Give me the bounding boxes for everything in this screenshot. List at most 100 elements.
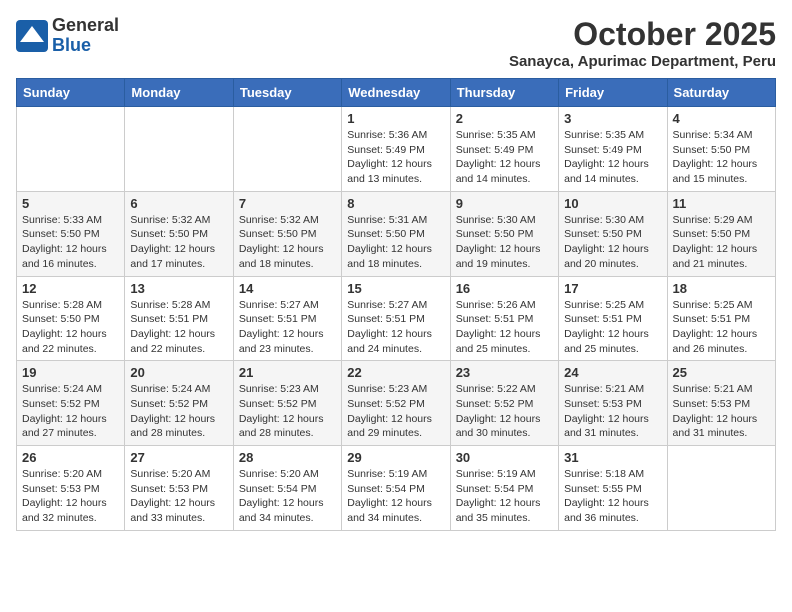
- logo: General Blue: [16, 16, 119, 56]
- page-header: General Blue October 2025 Sanayca, Apuri…: [16, 16, 776, 70]
- day-number: 25: [673, 365, 770, 380]
- day-info: Sunrise: 5:24 AM Sunset: 5:52 PM Dayligh…: [22, 382, 119, 441]
- table-row: 31 Sunrise: 5:18 AM Sunset: 5:55 PM Dayli…: [559, 446, 667, 531]
- day-info: Sunrise: 5:20 AM Sunset: 5:53 PM Dayligh…: [130, 467, 227, 526]
- calendar-week-row: 26 Sunrise: 5:20 AM Sunset: 5:53 PM Dayli…: [17, 446, 776, 531]
- table-row: 16 Sunrise: 5:26 AM Sunset: 5:51 PM Dayli…: [450, 276, 558, 361]
- table-row: 18 Sunrise: 5:25 AM Sunset: 5:51 PM Dayli…: [667, 276, 775, 361]
- day-info: Sunrise: 5:33 AM Sunset: 5:50 PM Dayligh…: [22, 213, 119, 272]
- table-row: 14Sunrise: 5:27 AM Sunset: 5:51 PM Dayli…: [233, 276, 341, 361]
- day-info: Sunrise: 5:25 AM Sunset: 5:51 PM Dayligh…: [564, 298, 661, 357]
- day-info: Sunrise: 5:32 AM Sunset: 5:50 PM Dayligh…: [130, 213, 227, 272]
- day-info: Sunrise: 5:23 AM Sunset: 5:52 PM Dayligh…: [239, 382, 336, 441]
- day-number: 22: [347, 365, 444, 380]
- table-row: 10 Sunrise: 5:30 AM Sunset: 5:50 PM Dayli…: [559, 191, 667, 276]
- day-number: 23: [456, 365, 553, 380]
- logo-icon: [16, 20, 48, 52]
- table-row: 26 Sunrise: 5:20 AM Sunset: 5:53 PM Dayli…: [17, 446, 125, 531]
- table-row: 22 Sunrise: 5:23 AM Sunset: 5:52 PM Dayli…: [342, 361, 450, 446]
- header-friday: Friday: [559, 79, 667, 107]
- day-info: Sunrise: 5:21 AM Sunset: 5:53 PM Dayligh…: [673, 382, 770, 441]
- day-number: 15: [347, 281, 444, 296]
- table-row: 25 Sunrise: 5:21 AM Sunset: 5:53 PM Dayli…: [667, 361, 775, 446]
- calendar-week-row: 12Sunrise: 5:28 AM Sunset: 5:50 PM Dayli…: [17, 276, 776, 361]
- day-number: 17: [564, 281, 661, 296]
- day-number: 27: [130, 450, 227, 465]
- day-number: 31: [564, 450, 661, 465]
- table-row: 4 Sunrise: 5:34 AM Sunset: 5:50 PM Daylig…: [667, 107, 775, 192]
- day-info: Sunrise: 5:19 AM Sunset: 5:54 PM Dayligh…: [347, 467, 444, 526]
- day-info: Sunrise: 5:18 AM Sunset: 5:55 PM Dayligh…: [564, 467, 661, 526]
- day-info: Sunrise: 5:27 AM Sunset: 5:51 PM Dayligh…: [347, 298, 444, 357]
- table-row: 7Sunrise: 5:32 AM Sunset: 5:50 PM Daylig…: [233, 191, 341, 276]
- table-row: 2Sunrise: 5:35 AM Sunset: 5:49 PM Daylig…: [450, 107, 558, 192]
- calendar-week-row: 19 Sunrise: 5:24 AM Sunset: 5:52 PM Dayli…: [17, 361, 776, 446]
- table-row: [17, 107, 125, 192]
- table-row: 28 Sunrise: 5:20 AM Sunset: 5:54 PM Dayli…: [233, 446, 341, 531]
- day-info: Sunrise: 5:31 AM Sunset: 5:50 PM Dayligh…: [347, 213, 444, 272]
- table-row: 3 Sunrise: 5:35 AM Sunset: 5:49 PM Daylig…: [559, 107, 667, 192]
- day-number: 7: [239, 196, 336, 211]
- table-row: 19 Sunrise: 5:24 AM Sunset: 5:52 PM Dayli…: [17, 361, 125, 446]
- header-wednesday: Wednesday: [342, 79, 450, 107]
- table-row: 13 Sunrise: 5:28 AM Sunset: 5:51 PM Dayli…: [125, 276, 233, 361]
- day-info: Sunrise: 5:35 AM Sunset: 5:49 PM Dayligh…: [564, 128, 661, 187]
- table-row: 1 Sunrise: 5:36 AM Sunset: 5:49 PM Daylig…: [342, 107, 450, 192]
- day-info: Sunrise: 5:30 AM Sunset: 5:50 PM Dayligh…: [456, 213, 553, 272]
- day-number: 1: [347, 111, 444, 126]
- day-info: Sunrise: 5:20 AM Sunset: 5:53 PM Dayligh…: [22, 467, 119, 526]
- day-info: Sunrise: 5:34 AM Sunset: 5:50 PM Dayligh…: [673, 128, 770, 187]
- day-number: 20: [130, 365, 227, 380]
- table-row: 21 Sunrise: 5:23 AM Sunset: 5:52 PM Dayli…: [233, 361, 341, 446]
- header-sunday: Sunday: [17, 79, 125, 107]
- table-row: [125, 107, 233, 192]
- day-number: 18: [673, 281, 770, 296]
- day-number: 14: [239, 281, 336, 296]
- day-number: 28: [239, 450, 336, 465]
- day-number: 19: [22, 365, 119, 380]
- day-number: 11: [673, 196, 770, 211]
- day-number: 26: [22, 450, 119, 465]
- day-number: 9: [456, 196, 553, 211]
- day-number: 16: [456, 281, 553, 296]
- table-row: 23 Sunrise: 5:22 AM Sunset: 5:52 PM Dayli…: [450, 361, 558, 446]
- day-info: Sunrise: 5:30 AM Sunset: 5:50 PM Dayligh…: [564, 213, 661, 272]
- day-number: 21: [239, 365, 336, 380]
- table-row: 12Sunrise: 5:28 AM Sunset: 5:50 PM Dayli…: [17, 276, 125, 361]
- day-info: Sunrise: 5:36 AM Sunset: 5:49 PM Dayligh…: [347, 128, 444, 187]
- logo-general: General: [52, 16, 119, 36]
- day-info: Sunrise: 5:23 AM Sunset: 5:52 PM Dayligh…: [347, 382, 444, 441]
- day-number: 29: [347, 450, 444, 465]
- calendar-subtitle: Sanayca, Apurimac Department, Peru: [509, 53, 776, 70]
- day-info: Sunrise: 5:26 AM Sunset: 5:51 PM Dayligh…: [456, 298, 553, 357]
- day-info: Sunrise: 5:24 AM Sunset: 5:52 PM Dayligh…: [130, 382, 227, 441]
- header-thursday: Thursday: [450, 79, 558, 107]
- calendar-week-row: 1 Sunrise: 5:36 AM Sunset: 5:49 PM Daylig…: [17, 107, 776, 192]
- day-number: 5: [22, 196, 119, 211]
- table-row: 30Sunrise: 5:19 AM Sunset: 5:54 PM Dayli…: [450, 446, 558, 531]
- day-number: 24: [564, 365, 661, 380]
- table-row: [233, 107, 341, 192]
- day-number: 13: [130, 281, 227, 296]
- title-block: October 2025 Sanayca, Apurimac Departmen…: [509, 16, 776, 70]
- day-number: 2: [456, 111, 553, 126]
- day-info: Sunrise: 5:28 AM Sunset: 5:50 PM Dayligh…: [22, 298, 119, 357]
- day-number: 8: [347, 196, 444, 211]
- table-row: 5 Sunrise: 5:33 AM Sunset: 5:50 PM Daylig…: [17, 191, 125, 276]
- calendar-week-row: 5 Sunrise: 5:33 AM Sunset: 5:50 PM Daylig…: [17, 191, 776, 276]
- day-info: Sunrise: 5:28 AM Sunset: 5:51 PM Dayligh…: [130, 298, 227, 357]
- day-number: 10: [564, 196, 661, 211]
- table-row: 20 Sunrise: 5:24 AM Sunset: 5:52 PM Dayli…: [125, 361, 233, 446]
- day-info: Sunrise: 5:20 AM Sunset: 5:54 PM Dayligh…: [239, 467, 336, 526]
- table-row: 9 Sunrise: 5:30 AM Sunset: 5:50 PM Daylig…: [450, 191, 558, 276]
- day-number: 30: [456, 450, 553, 465]
- header-saturday: Saturday: [667, 79, 775, 107]
- table-row: 6Sunrise: 5:32 AM Sunset: 5:50 PM Daylig…: [125, 191, 233, 276]
- table-row: 17 Sunrise: 5:25 AM Sunset: 5:51 PM Dayli…: [559, 276, 667, 361]
- logo-blue: Blue: [52, 36, 119, 56]
- day-number: 4: [673, 111, 770, 126]
- day-number: 3: [564, 111, 661, 126]
- day-info: Sunrise: 5:22 AM Sunset: 5:52 PM Dayligh…: [456, 382, 553, 441]
- day-info: Sunrise: 5:25 AM Sunset: 5:51 PM Dayligh…: [673, 298, 770, 357]
- day-info: Sunrise: 5:21 AM Sunset: 5:53 PM Dayligh…: [564, 382, 661, 441]
